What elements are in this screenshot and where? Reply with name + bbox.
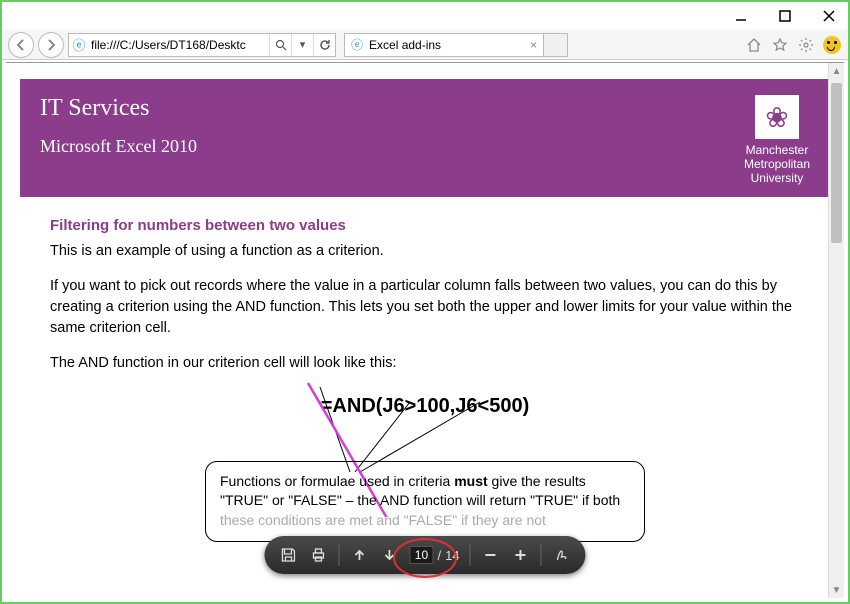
refresh-icon[interactable] [313, 34, 335, 56]
home-icon[interactable] [744, 35, 764, 55]
callout-must: must [454, 473, 487, 489]
window-titlebar [2, 2, 848, 30]
tab-close-icon[interactable]: × [530, 38, 537, 52]
university-name-2: Metropolitan [744, 157, 810, 171]
page-down-icon[interactable] [379, 545, 399, 565]
university-name-1: Manchester [744, 143, 810, 157]
pdf-toolbar: / 14 [264, 536, 585, 574]
logo-icon: ❀ [755, 95, 799, 139]
new-tab-button[interactable] [544, 33, 568, 57]
vertical-scrollbar[interactable]: ▲ ▼ [828, 63, 844, 598]
pdf-page: IT Services Microsoft Excel 2010 ❀ Manch… [20, 79, 830, 560]
scroll-up-arrow[interactable]: ▲ [829, 63, 844, 79]
page-indicator: / 14 [409, 546, 459, 564]
scroll-down-arrow[interactable]: ▼ [829, 582, 844, 598]
zoom-in-icon[interactable] [511, 545, 531, 565]
settings-icon[interactable] [796, 35, 816, 55]
separator [470, 544, 471, 566]
zoom-out-icon[interactable] [481, 545, 501, 565]
feedback-icon[interactable] [822, 35, 842, 55]
address-input[interactable] [89, 38, 269, 52]
university-name-3: University [744, 171, 810, 185]
page-separator: / [437, 548, 441, 563]
callout-text-1a: Functions or formulae used in criteria [220, 473, 454, 489]
toolbar-right-icons [744, 35, 842, 55]
print-icon[interactable] [308, 545, 328, 565]
adobe-icon[interactable] [552, 545, 572, 565]
forward-button[interactable] [38, 32, 64, 58]
separator [338, 544, 339, 566]
paragraph-1: This is an example of using a function a… [50, 241, 800, 262]
back-button[interactable] [8, 32, 34, 58]
favorites-icon[interactable] [770, 35, 790, 55]
browser-toolbar: ⓔ ▾ ⓔ Excel add-ins × [2, 30, 848, 60]
browser-window: ⓔ ▾ ⓔ Excel add-ins × [0, 0, 850, 604]
ie-icon: ⓔ [351, 36, 363, 53]
document-header: IT Services Microsoft Excel 2010 ❀ Manch… [20, 79, 830, 197]
header-title: IT Services [40, 95, 197, 122]
address-bar[interactable]: ⓔ ▾ [68, 33, 336, 57]
content-area: ▲ ▼ IT Services Microsoft Excel 2010 ❀ M… [6, 62, 844, 598]
maximize-button[interactable] [772, 7, 798, 25]
tab-title: Excel add-ins [369, 38, 441, 52]
tab-bar: ⓔ Excel add-ins × [344, 33, 568, 57]
save-icon[interactable] [278, 545, 298, 565]
callout-overflow-text: these conditions are met and "FALSE" if … [220, 512, 546, 528]
search-icon[interactable] [269, 34, 291, 56]
current-page-input[interactable] [409, 546, 433, 564]
section-heading: Filtering for numbers between two values [50, 215, 800, 237]
minimize-button[interactable] [728, 7, 754, 25]
document-body: Filtering for numbers between two values… [20, 197, 830, 560]
formula-text: =AND(J6>100,J6<500) [50, 392, 800, 421]
scroll-thumb[interactable] [831, 83, 842, 243]
paragraph-2: If you want to pick out records where th… [50, 276, 800, 339]
university-logo-block: ❀ Manchester Metropolitan University [744, 95, 810, 185]
ie-icon: ⓔ [69, 35, 89, 54]
callout-box: Functions or formulae used in criteria m… [205, 461, 645, 542]
close-button[interactable] [816, 7, 842, 25]
paragraph-3: The AND function in our criterion cell w… [50, 353, 800, 374]
header-subtitle: Microsoft Excel 2010 [40, 136, 197, 157]
total-pages: 14 [445, 548, 459, 563]
tab-active[interactable]: ⓔ Excel add-ins × [344, 33, 544, 57]
dropdown-icon[interactable]: ▾ [291, 34, 313, 56]
separator [541, 544, 542, 566]
page-up-icon[interactable] [349, 545, 369, 565]
